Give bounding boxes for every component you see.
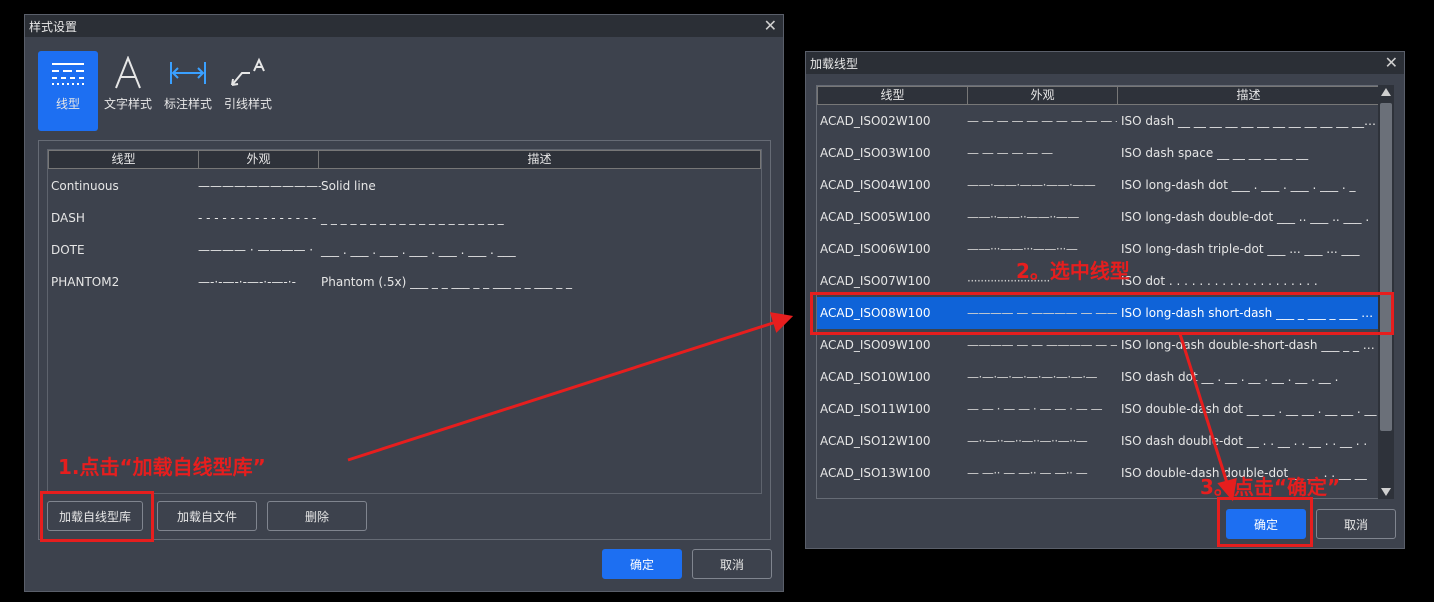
arrow-head (769, 312, 794, 333)
arrow-to-ok (1178, 333, 1230, 487)
arrow-head (1217, 477, 1237, 502)
arrow-to-dialog (347, 320, 777, 462)
annotation-arrows (347, 312, 1237, 502)
